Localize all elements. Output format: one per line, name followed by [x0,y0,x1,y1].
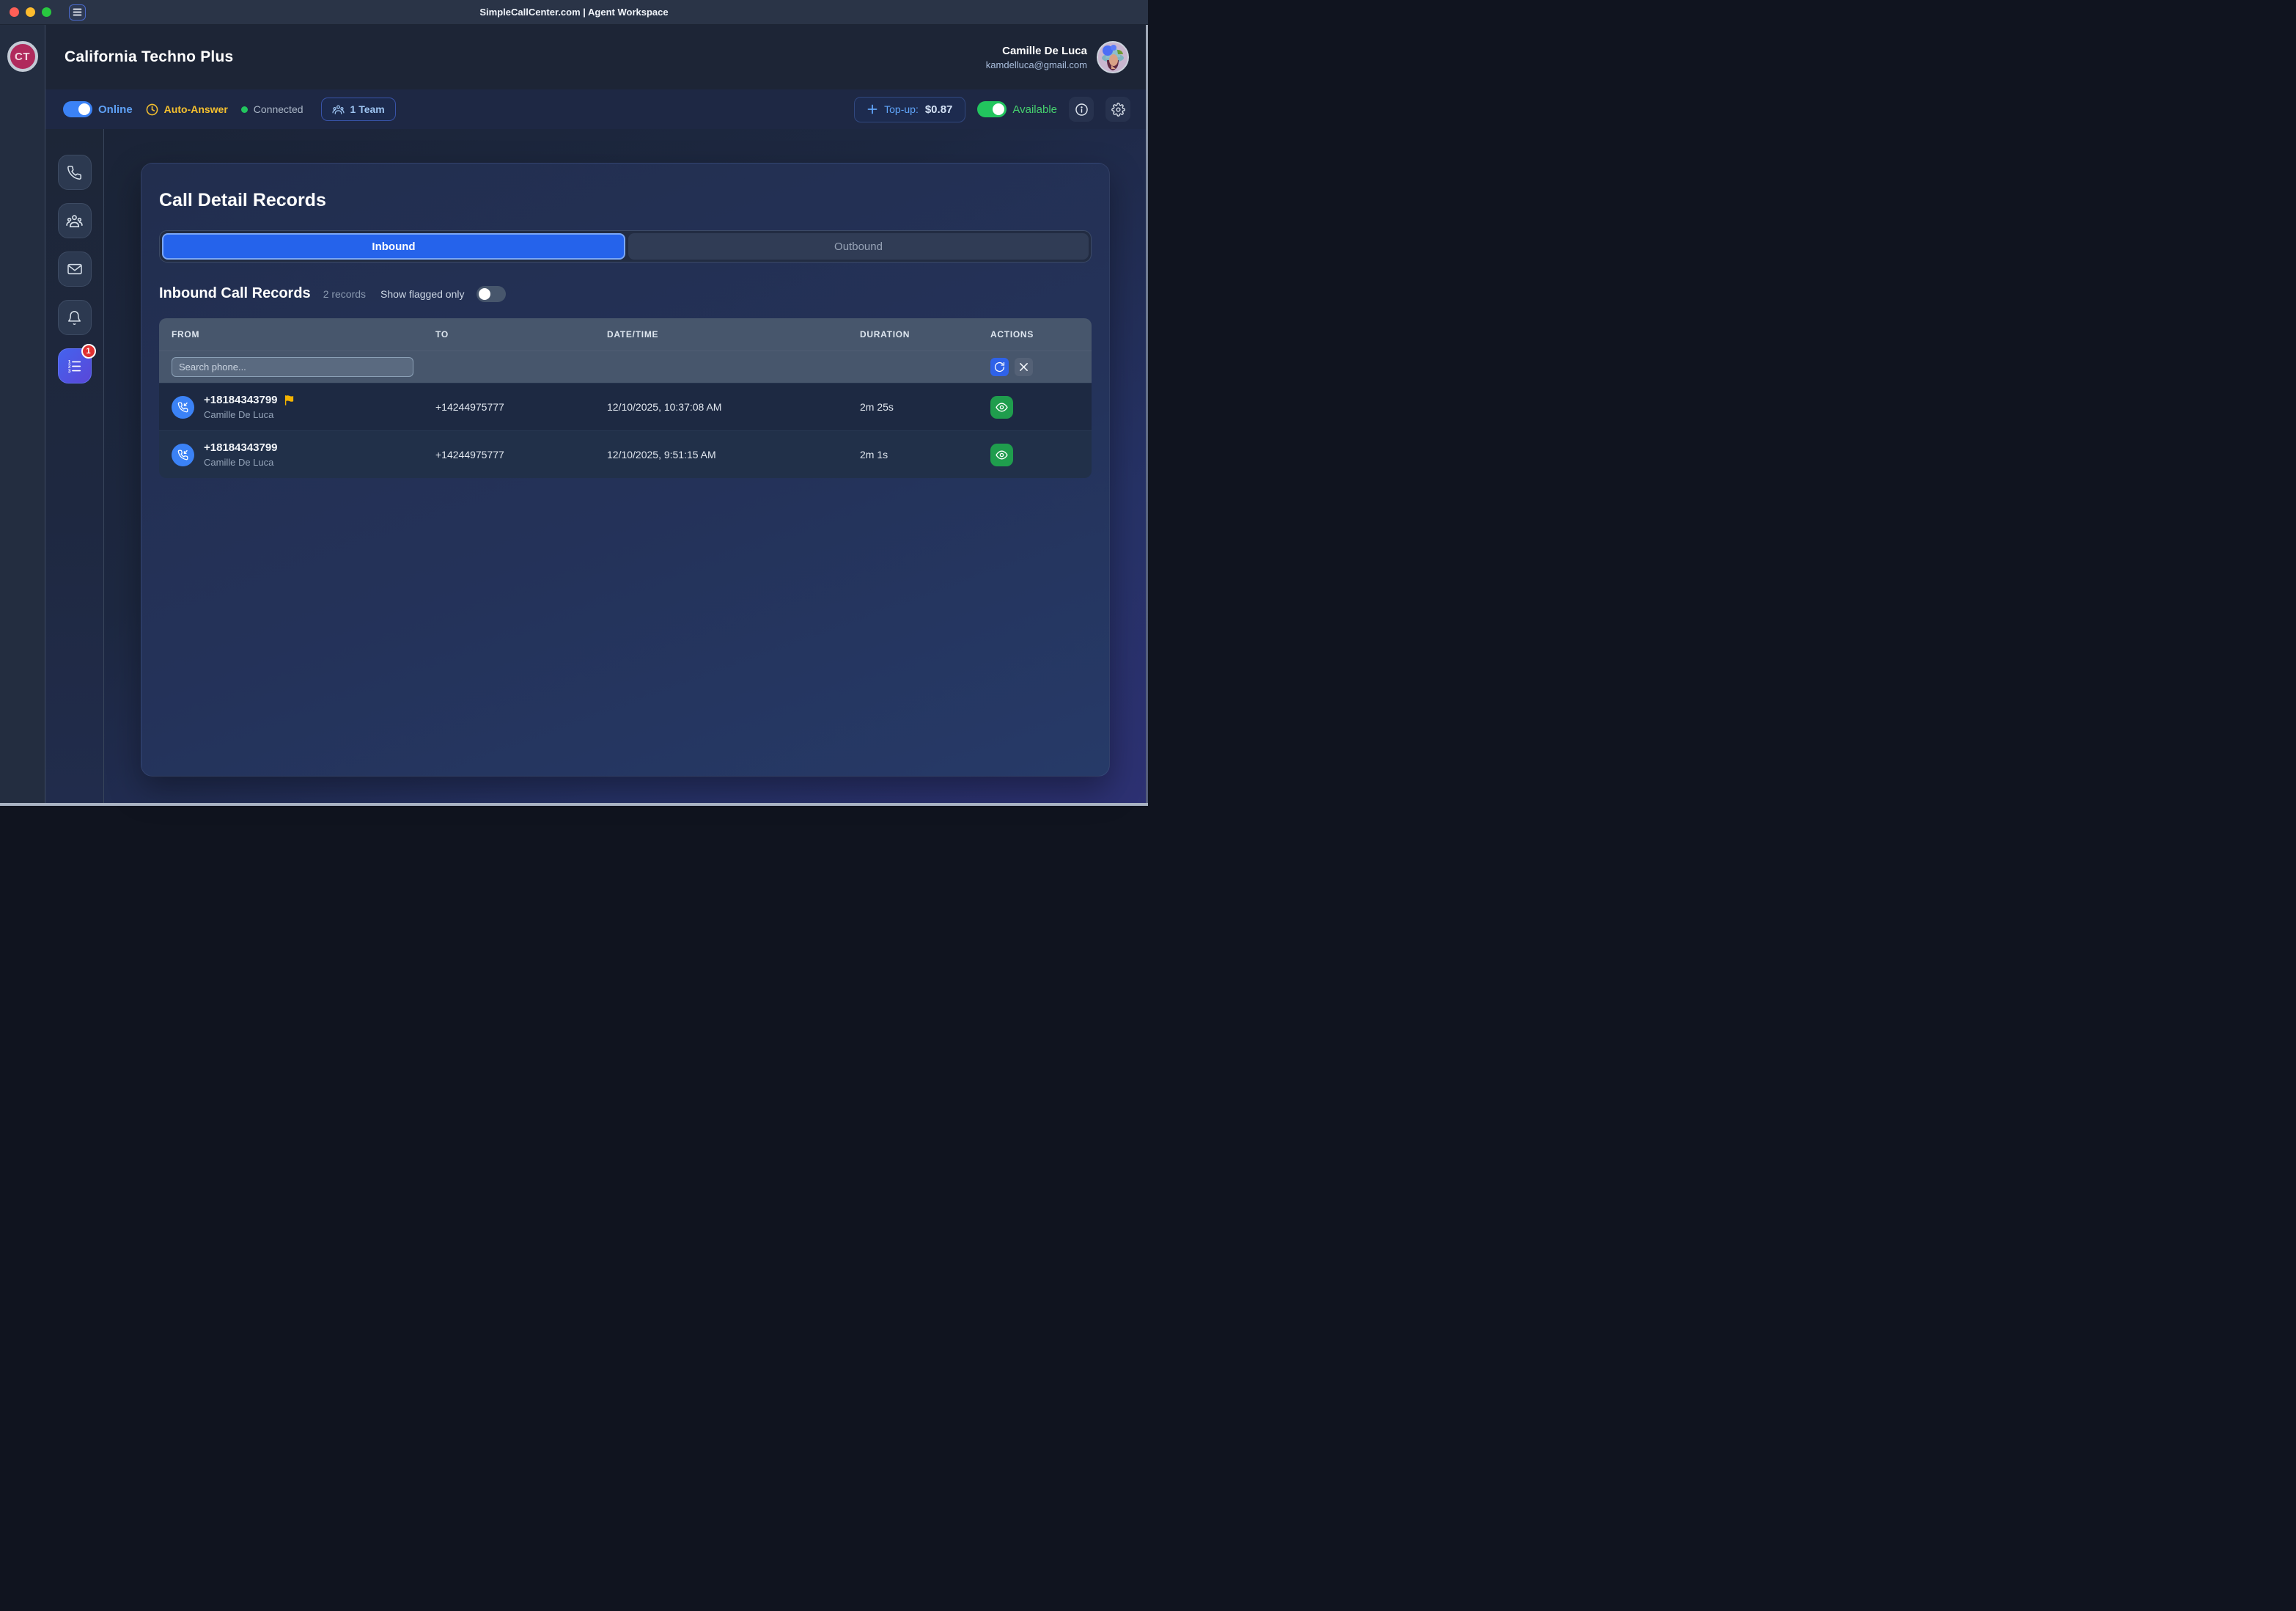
row-duration: 2m 1s [860,449,990,460]
row-duration: 2m 25s [860,401,990,413]
table-filter-row [159,351,1092,383]
row-from-number: +18184343799 [204,441,278,454]
info-button[interactable] [1069,97,1094,122]
window-titlebar: SimpleCallCenter.com | Agent Workspace [0,0,1148,25]
row-from-name: Camille De Luca [204,457,278,468]
eye-icon [996,401,1008,414]
refresh-button[interactable] [990,358,1009,376]
clear-search-button[interactable] [1015,358,1033,376]
table-header-row: FROM TO DATE/TIME DURATION ACTIONS [159,318,1092,351]
info-icon [1075,103,1089,117]
window-title: SimpleCallCenter.com | Agent Workspace [0,7,1148,18]
eye-icon [996,449,1008,461]
column-duration: DURATION [860,329,990,340]
column-from: FROM [159,329,435,340]
workspace-rail: CT [0,25,45,803]
clock-icon [146,103,158,116]
flag-icon [284,395,294,405]
workspace-avatar[interactable]: CT [7,41,38,72]
main-pane: Call Detail Records Inbound Outbound Inb… [104,129,1148,803]
call-records-card: Call Detail Records Inbound Outbound Inb… [141,163,1110,777]
view-details-button[interactable] [990,396,1013,419]
user-avatar[interactable] [1097,41,1129,73]
page-title: Call Detail Records [159,190,1092,211]
close-window-button[interactable] [10,7,19,17]
notification-badge: 1 [81,344,96,359]
app-menu-button[interactable] [69,4,86,21]
section-title: Inbound Call Records [159,285,311,302]
nav-item-call-records[interactable]: 123 1 [58,348,92,384]
topup-button[interactable]: Top-up: $0.87 [854,97,965,122]
inbound-call-icon [172,444,194,466]
row-datetime: 12/10/2025, 9:51:15 AM [607,449,860,460]
search-phone-input[interactable] [172,357,413,377]
status-bar: Online Auto-Answer Connected 1 Team [45,89,1148,129]
auto-answer-label: Auto-Answer [164,103,228,115]
account-balance: $0.87 [925,103,953,116]
plus-icon [867,104,877,114]
connected-label: Connected [254,103,303,115]
app-header: California Techno Plus Camille De Luca k… [45,25,1148,89]
window-bottom-edge [0,803,1148,806]
column-datetime: DATE/TIME [607,329,860,340]
column-actions: ACTIONS [990,329,1092,340]
table-row[interactable]: +18184343799 Camille De Luca +1424497577… [159,383,1092,430]
available-toggle[interactable] [977,101,1007,117]
nav-item-messages[interactable] [58,252,92,287]
tab-inbound[interactable]: Inbound [162,233,625,260]
gear-icon [1111,103,1125,117]
svg-text:3: 3 [68,368,71,373]
available-label: Available [1012,103,1057,116]
row-from-name: Camille De Luca [204,409,294,420]
close-icon [1019,362,1029,372]
row-from-number: +18184343799 [204,394,278,406]
user-email: kamdelluca@gmail.com [986,59,1087,70]
team-icon [332,104,345,115]
topup-label: Top-up: [884,103,919,115]
table-body: +18184343799 Camille De Luca +1424497577… [159,383,1092,478]
window-controls [10,7,51,17]
records-count: 2 records [323,288,366,300]
team-button[interactable]: 1 Team [321,98,396,121]
table-row[interactable]: +18184343799 Camille De Luca +1424497577… [159,430,1092,478]
flag-filter-toggle[interactable] [477,286,506,302]
nav-item-contacts[interactable] [58,203,92,238]
mail-icon [67,263,83,276]
bell-icon [67,310,82,326]
minimize-window-button[interactable] [26,7,35,17]
row-to: +14244975777 [435,401,607,413]
connected-dot [241,106,248,113]
inbound-call-icon [172,396,194,419]
settings-button[interactable] [1105,97,1130,122]
tab-outbound[interactable]: Outbound [628,233,1089,260]
nav-item-notifications[interactable] [58,300,92,335]
call-records-table: FROM TO DATE/TIME DURATION ACTIONS [159,318,1092,478]
phone-icon [67,165,82,180]
row-to: +14244975777 [435,449,607,460]
direction-tabs: Inbound Outbound [159,230,1092,263]
zoom-window-button[interactable] [42,7,51,17]
numbered-list-icon: 123 [67,359,82,373]
row-datetime: 12/10/2025, 10:37:08 AM [607,401,860,413]
online-label: Online [98,103,133,116]
hamburger-icon [73,8,82,16]
team-button-label: 1 Team [350,103,385,115]
people-icon [66,213,83,228]
view-details-button[interactable] [990,444,1013,466]
flag-filter-label: Show flagged only [380,288,464,300]
company-name: California Techno Plus [65,48,233,66]
column-to: TO [435,329,607,340]
nav-item-calls[interactable] [58,155,92,190]
nav-sidebar: 123 1 [45,129,104,803]
user-name: Camille De Luca [986,45,1087,57]
window-scrollbar[interactable] [1146,25,1148,803]
refresh-icon [994,362,1005,373]
online-toggle[interactable] [63,101,92,117]
